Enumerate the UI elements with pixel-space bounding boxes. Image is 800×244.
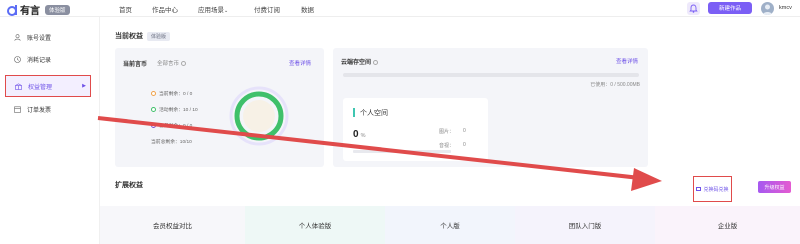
percent-value: 0 [353,129,359,140]
sidebar-item-label: 订单发票 [27,107,52,114]
sidebar-item-invoice[interactable]: 订单发票 [14,103,51,115]
coins-row-activity: 活动剩余：10 / 10 [151,106,198,113]
nav-pay[interactable]: 付费订阅 [254,4,280,14]
user-icon [14,33,21,41]
notification-button[interactable] [687,2,700,15]
invoice-icon [14,106,21,113]
brand-name: 有言 [20,6,40,17]
sidebar-item-label: 消耗记录 [27,57,52,64]
edition-badge: 体验版 [45,4,70,15]
coins-subtitle: 全部言币 [157,59,187,67]
image-stat-label: 图片： [439,129,455,135]
storage-progress-bar [343,73,639,77]
nav-home[interactable]: 首页 [119,4,132,14]
nav-apps[interactable]: 应用场景⌄ [198,4,228,14]
storage-used: 已使用：0 / 500.00MB [590,82,640,88]
coins-detail-link[interactable]: 查看详情 [289,59,311,67]
legend-dot [151,91,156,96]
coins-donut-chart [229,86,289,146]
media-stat-value: 0 [463,142,466,148]
nav-works[interactable]: 作品中心 [152,4,178,14]
upgrade-button[interactable]: 升级权益 [758,181,791,193]
accent-bar [353,108,355,117]
sidebar-item-label: 账号设置 [27,35,52,42]
personal-space-title: 个人空间 [360,110,388,117]
info-icon[interactable] [373,59,379,65]
personal-space-percent: 0% [353,129,365,140]
coins-row-label: 套餐剩余：0 / 0 [159,124,193,129]
sidebar-item-benefits[interactable]: 权益管理 ▶ [5,75,91,97]
avatar[interactable] [761,2,774,15]
legend-dot [151,107,156,112]
compare-col-trial: 个人体验版 [245,206,385,244]
personal-space-progress [353,150,451,153]
coins-title: 当前言币 [123,62,148,68]
compare-col-team: 团队入门版 [515,206,655,244]
ticket-icon [696,187,702,191]
chevron-down-icon: ⌄ [224,8,229,14]
sidebar: 账号设置 消耗记录 权益管理 ▶ 订单发票 [0,17,100,244]
storage-card: 云端存空间 查看详情 已使用：0 / 500.00MB 个人空间 0% 图片： … [333,48,648,167]
new-work-button[interactable]: 新建作品 [708,2,752,14]
storage-title: 云端存空间 [341,57,379,66]
coins-row-label: 当前剩余：0 / 0 [159,92,193,97]
logo-icon [6,4,18,16]
redeem-code-button[interactable]: 兑换码兑换 [693,176,732,202]
coins-row-total: 当前总剩余：10/10 [151,138,192,145]
caret-right-icon: ▶ [82,83,86,89]
personal-space-card: 个人空间 0% 图片： 0 音视： 0 [343,98,488,161]
gift-icon [15,82,22,90]
percent-unit: % [360,133,366,139]
nav-apps-label: 应用场景 [198,7,224,14]
compare-col-enterprise: 企业版 [655,206,800,244]
storage-detail-link[interactable]: 查看详情 [616,57,638,65]
sidebar-item-consumption[interactable]: 消耗记录 [14,53,51,65]
bell-icon [689,4,698,13]
compare-col-personal: 个人版 [385,206,515,244]
sidebar-item-label: 权益管理 [28,84,53,91]
nav-data[interactable]: 数据 [301,4,314,14]
redeem-code-label: 兑换码兑换 [703,186,729,193]
storage-title-label: 云端存空间 [341,60,372,66]
info-icon[interactable] [181,61,187,67]
coins-row-label: 活动剩余：10 / 10 [159,108,198,113]
username[interactable]: kmcv [779,5,792,11]
compare-col-label: 会员权益对比 [100,206,245,244]
coins-row-current: 当前剩余：0 / 0 [151,90,192,97]
coins-card: 当前言币 全部言币 查看详情 当前剩余：0 / 0 活动剩余：10 / 10 套… [115,48,324,167]
logo[interactable]: 有言 体验版 [6,2,70,17]
section-title-current: 当前权益 [115,33,143,40]
legend-dot [151,123,156,128]
coins-row-label: 当前总剩余：10/10 [151,140,192,145]
coins-row-package: 套餐剩余：0 / 0 [151,122,192,129]
media-stat-label: 音视： [439,143,455,149]
plan-comparison-header: 会员权益对比 个人体验版 个人版 团队入门版 企业版 [100,206,800,244]
image-stat-value: 0 [463,128,466,134]
sidebar-item-account[interactable]: 账号设置 [14,31,51,43]
edition-badge-current: 体验版 [147,32,171,41]
top-bar: 有言 体验版 首页 作品中心 应用场景⌄ 付费订阅 数据 新建作品 kmcv [0,0,800,17]
section-title-extend: 扩展权益 [115,182,143,189]
clock-icon [14,55,21,63]
coins-subtitle-label: 全部言币 [157,61,180,67]
